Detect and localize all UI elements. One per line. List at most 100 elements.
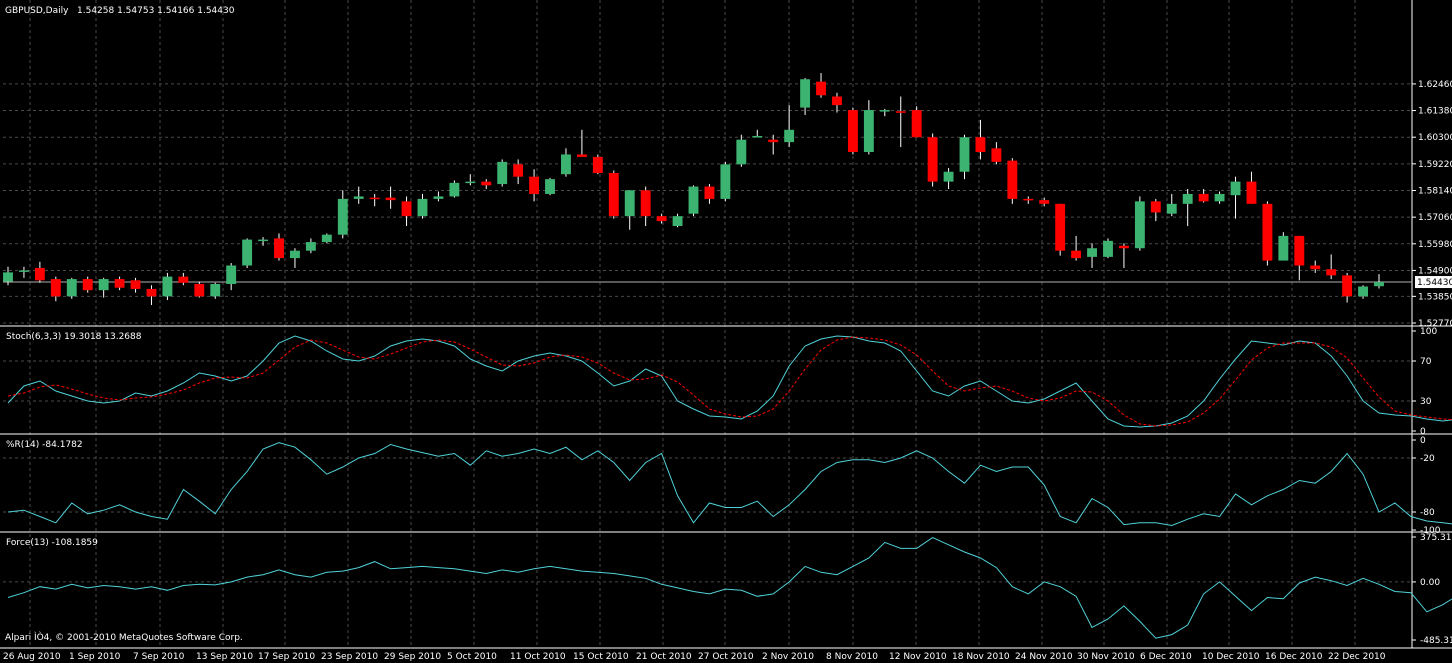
candle-body: [82, 279, 93, 291]
candle-body: [401, 201, 412, 217]
candle-body: [162, 276, 173, 297]
x-tick-label: 15 Oct 2010: [573, 652, 629, 662]
candle-body: [943, 171, 954, 182]
current-price-label: 1.54430: [1417, 278, 1452, 288]
x-tick-label: 22 Dec 2010: [1328, 652, 1386, 662]
candle-body: [1039, 200, 1050, 204]
y-tick-label: -20: [1420, 454, 1435, 464]
candle[interactable]: [1007, 158, 1018, 204]
candle-body: [911, 110, 922, 138]
y-tick-label: 1.59220: [1418, 160, 1452, 170]
candle-body: [991, 148, 1002, 162]
candle-body: [1246, 181, 1257, 204]
y-tick-label: -485.319: [1420, 636, 1452, 646]
x-tick-label: 17 Sep 2010: [258, 652, 315, 662]
candle-body: [66, 279, 77, 297]
candle-body: [1326, 269, 1337, 276]
candle[interactable]: [497, 159, 508, 187]
candle-body: [1230, 181, 1241, 196]
candle-body: [1262, 203, 1273, 261]
chart-background: [0, 0, 1452, 663]
candle[interactable]: [847, 107, 858, 155]
x-tick-label: 23 Sep 2010: [321, 652, 378, 662]
candle-body: [50, 279, 61, 297]
candle-body: [975, 137, 986, 153]
candle-body: [1214, 193, 1225, 202]
candle-body: [1342, 275, 1353, 297]
y-tick-label: 0.00: [1420, 578, 1440, 588]
candle[interactable]: [66, 277, 77, 299]
candle-body: [816, 81, 826, 96]
candle-body: [114, 279, 125, 288]
y-tick-label: 1.61380: [1418, 107, 1452, 117]
candle[interactable]: [1055, 203, 1066, 256]
x-tick-label: 10 Dec 2010: [1202, 652, 1260, 662]
x-tick-label: 26 Aug 2010: [3, 652, 61, 662]
candle-body: [752, 135, 763, 138]
candle-body: [720, 164, 731, 199]
candle[interactable]: [1262, 201, 1273, 266]
candle[interactable]: [1134, 196, 1145, 251]
symbol-label: GBPUSD,Daily: [5, 6, 69, 16]
candle-body: [592, 156, 603, 173]
y-tick-label: 375.319: [1420, 533, 1452, 543]
candle-body: [1310, 265, 1321, 270]
candle-body: [640, 190, 651, 217]
candle-body: [1007, 160, 1018, 199]
candle-body: [146, 288, 157, 297]
candle[interactable]: [911, 106, 922, 138]
candle-body: [369, 197, 380, 200]
y-tick-label: -80: [1420, 508, 1435, 518]
candle-body: [1374, 282, 1384, 287]
candle-body: [1198, 193, 1209, 202]
candle-body: [194, 284, 205, 297]
candle-body: [784, 129, 795, 143]
y-tick-label: 1.60300: [1418, 133, 1452, 143]
x-tick-label: 21 Oct 2010: [636, 652, 692, 662]
candle-body: [1150, 201, 1161, 213]
y-tick-label: 30: [1420, 397, 1432, 407]
candle-body: [1103, 240, 1113, 257]
candle-body: [433, 196, 444, 199]
candle[interactable]: [545, 177, 555, 196]
candle-body: [832, 96, 842, 106]
candle[interactable]: [720, 161, 731, 202]
candle[interactable]: [449, 180, 460, 198]
candle-body: [226, 265, 237, 285]
trading-chart[interactable]: 26 Aug 2010 1 Sep 2010 7 Sep 2010 13 Sep 20…: [0, 0, 1452, 663]
candle-body: [290, 250, 300, 259]
candle-body: [1134, 201, 1145, 249]
candle-body: [561, 154, 571, 175]
candle-body: [545, 179, 555, 194]
x-tick-label: 13 Sep 2010: [196, 652, 253, 662]
candle[interactable]: [1103, 238, 1113, 259]
candle-body: [927, 137, 938, 182]
candle-body: [353, 196, 364, 199]
candle-body: [1182, 193, 1193, 204]
candle-body: [178, 276, 189, 283]
y-tick-label: 1.57060: [1418, 213, 1452, 223]
x-tick-label: 5 Oct 2010: [447, 652, 497, 662]
candle-body: [1087, 248, 1097, 257]
candle-body: [1071, 250, 1082, 259]
candle-body: [608, 172, 619, 217]
candle-body: [210, 284, 221, 297]
candle[interactable]: [927, 133, 938, 187]
x-tick-label: 24 Nov 2010: [1015, 652, 1073, 662]
candle[interactable]: [242, 238, 253, 268]
candle-body: [688, 186, 699, 214]
candle-body: [449, 182, 460, 197]
candle[interactable]: [688, 185, 699, 217]
x-tick-label: 7 Sep 2010: [133, 652, 185, 662]
candle[interactable]: [592, 154, 603, 175]
candle[interactable]: [608, 170, 619, 219]
candle[interactable]: [321, 233, 332, 244]
y-tick-label: 1.58140: [1418, 186, 1452, 196]
candle-body: [704, 186, 715, 199]
candle[interactable]: [1278, 232, 1289, 261]
candle-body: [1358, 286, 1369, 297]
x-tick-label: 8 Nov 2010: [826, 652, 878, 662]
candle-body: [1055, 203, 1066, 251]
x-tick-label: 2 Nov 2010: [762, 652, 814, 662]
candle[interactable]: [162, 272, 173, 301]
